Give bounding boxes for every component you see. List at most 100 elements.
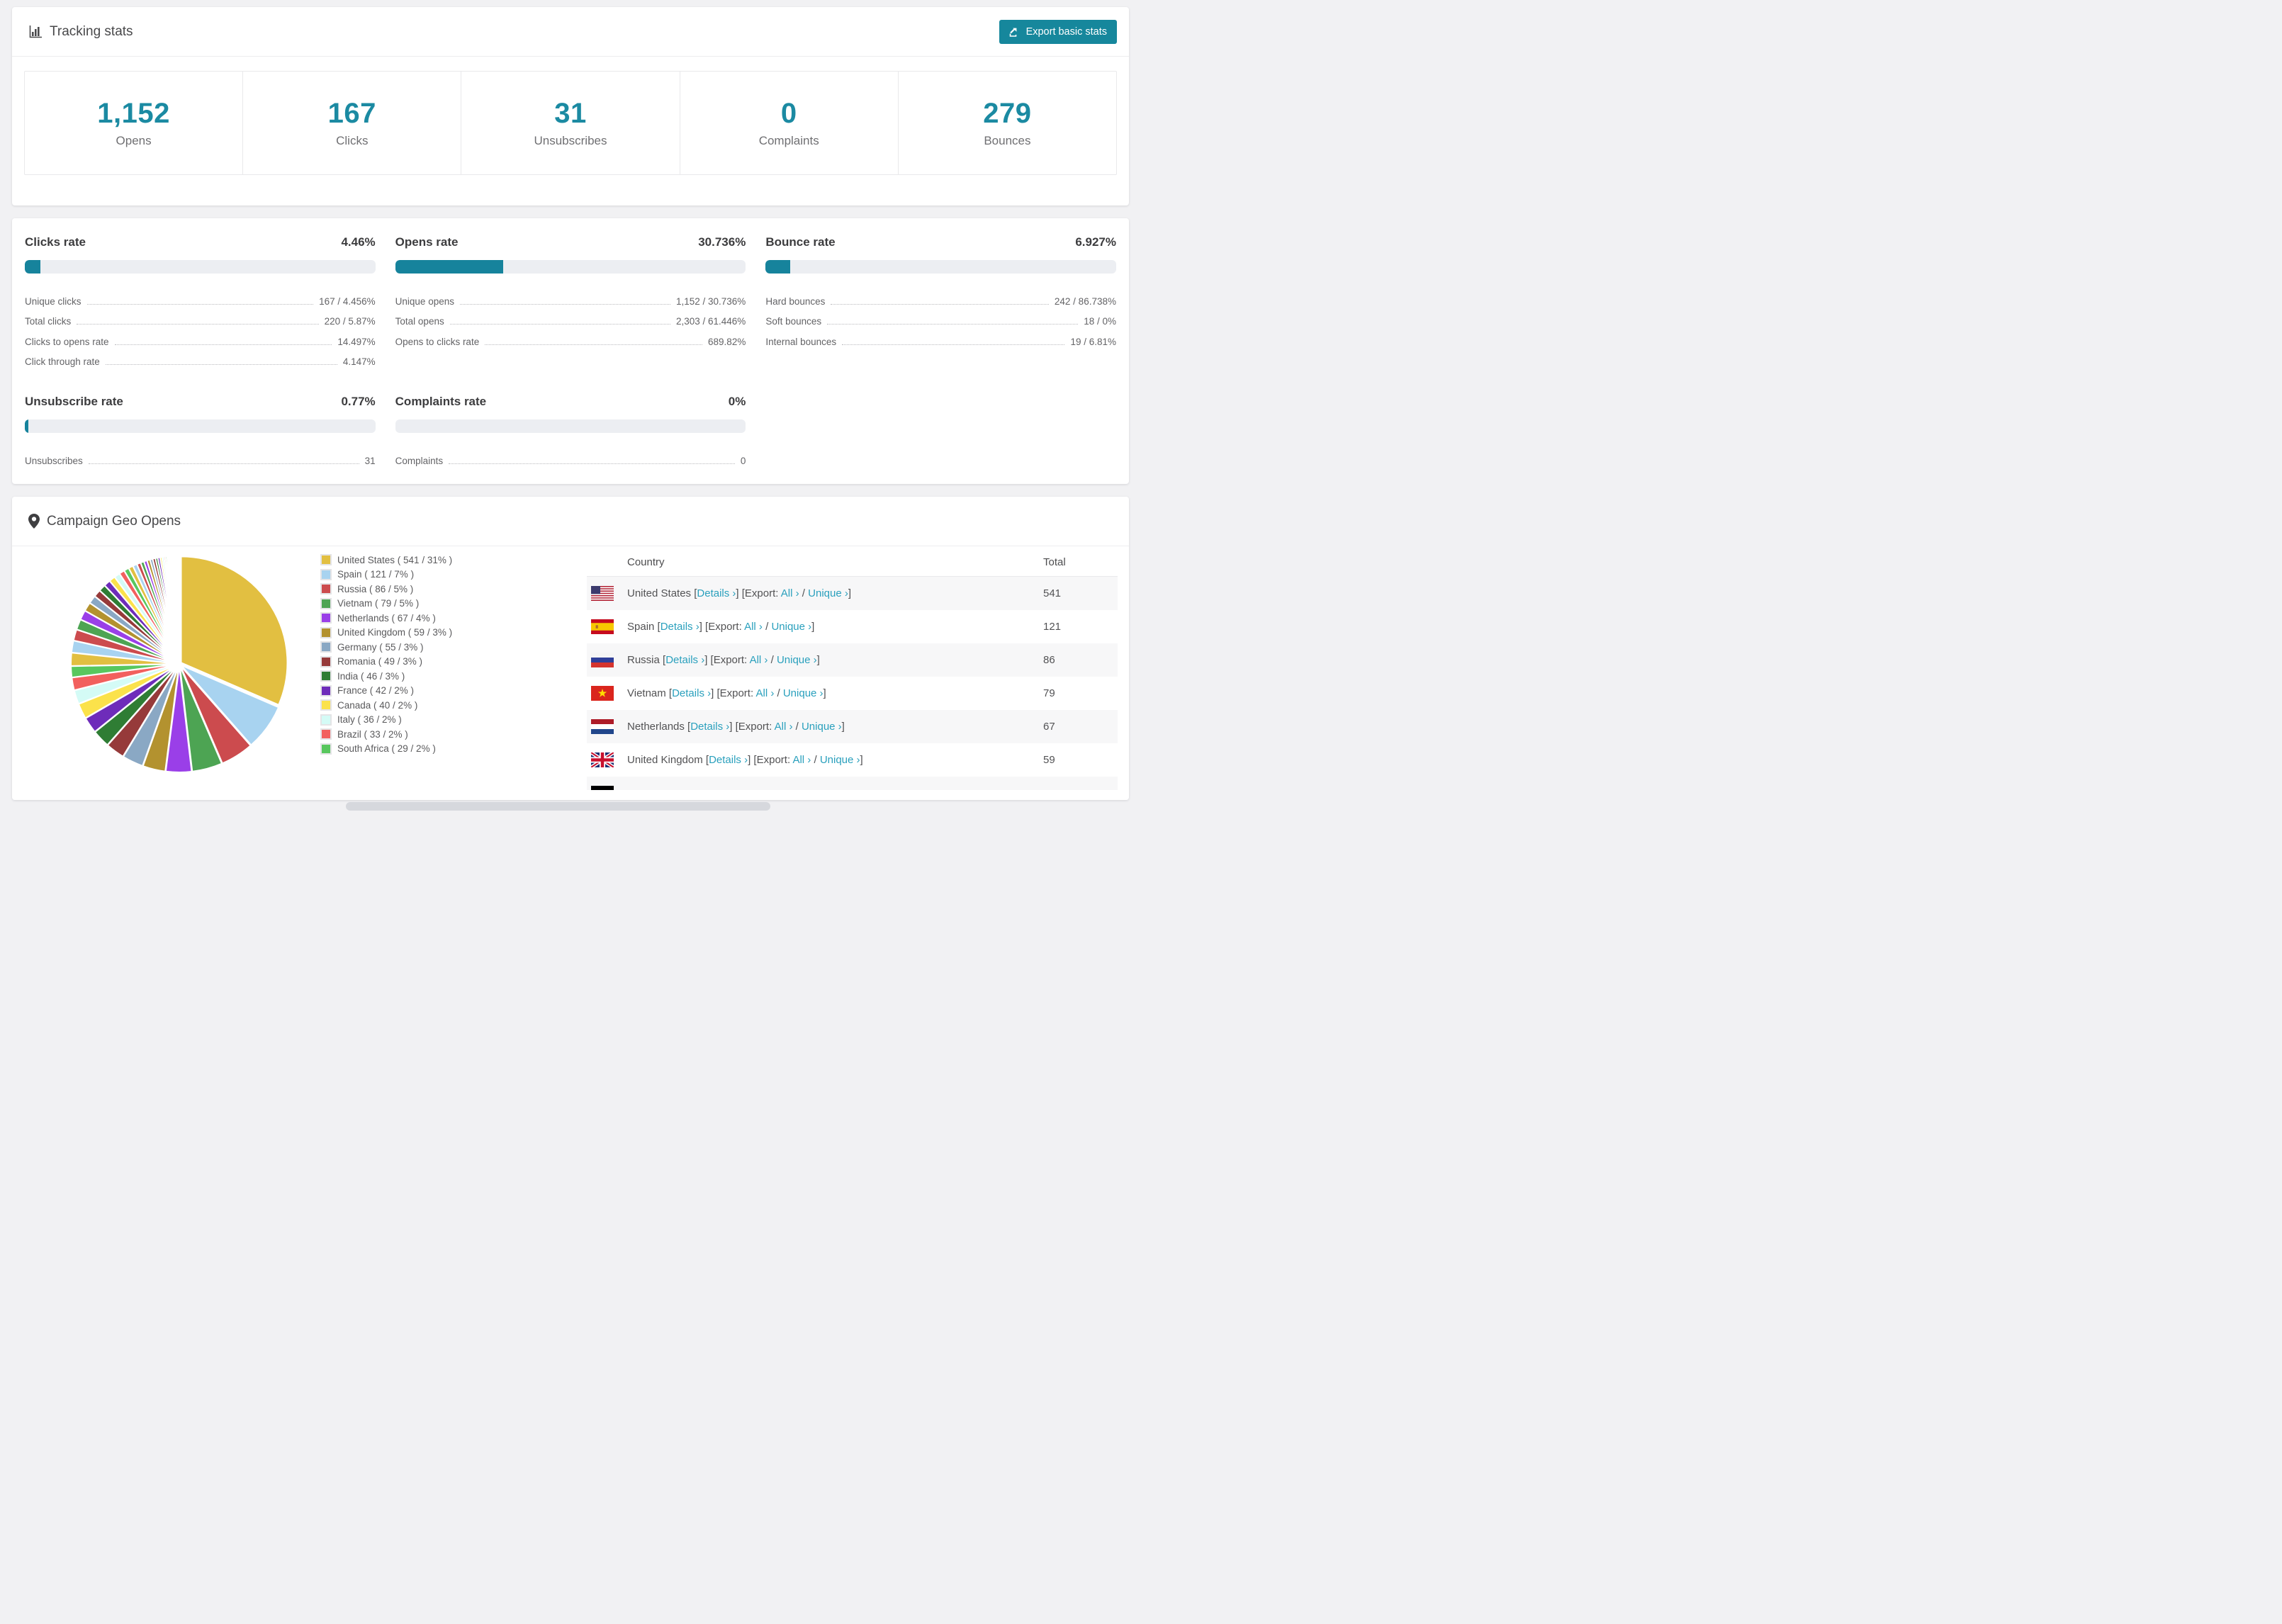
country-flag-icon (591, 686, 614, 701)
details-link[interactable]: Details › (690, 721, 729, 733)
rate-row-label: Unique clicks (25, 295, 82, 307)
export-all-link[interactable]: All › (792, 754, 811, 766)
dotted-leader (88, 463, 359, 464)
total-cell: 67 (1043, 721, 1055, 733)
export-all-link[interactable]: All › (750, 654, 768, 666)
legend-item[interactable]: United Kingdom ( 59 / 3% ) (320, 626, 452, 641)
rate-row-value: 220 / 5.87% (324, 316, 376, 327)
progress-bar (395, 419, 746, 433)
campaign-geo-opens-title: Campaign Geo Opens (28, 514, 181, 529)
table-row-spain: Spain [Details ›] [Export: All › / Uniqu… (587, 610, 1118, 643)
total-cell: 59 (1043, 754, 1055, 766)
column-header-total: Total (1043, 556, 1066, 568)
export-all-link[interactable]: All › (775, 721, 793, 733)
stat-label: Clicks (336, 134, 369, 147)
total-cell: 121 (1043, 621, 1062, 633)
tracking-stats-title: Tracking stats (28, 24, 133, 40)
rate-row-value: 31 (364, 455, 376, 466)
details-link[interactable]: Details › (709, 754, 748, 766)
map-pin-icon (28, 514, 40, 529)
details-link[interactable]: Details › (661, 621, 699, 633)
details-link[interactable]: Details › (672, 687, 711, 699)
rate-detail-row: Hard bounces 242 / 86.738% (765, 287, 1116, 308)
rate-block-opens-rate: Opens rate 30.736% Unique opens 1,152 / … (395, 235, 746, 368)
horizontal-scrollbar-thumb[interactable] (346, 802, 770, 811)
rate-row-value: 19 / 6.81% (1070, 336, 1116, 347)
legend-label: Netherlands ( 67 / 4% ) (337, 612, 436, 624)
legend-color-swatch (320, 728, 332, 740)
rate-block-unsubscribe-rate: Unsubscribe rate 0.77% Unsubscribes 31 (25, 395, 376, 467)
rate-row-label: Unsubscribes (25, 455, 83, 466)
geo-country-table: Country Total United States [Details ›] … (587, 548, 1118, 800)
progress-bar-fill (25, 260, 41, 274)
rate-detail-row: Complaints 0 (395, 446, 746, 467)
legend-item[interactable]: South Africa ( 29 / 2% ) (320, 742, 452, 757)
total-cell: 79 (1043, 687, 1055, 699)
export-all-link[interactable]: All › (755, 687, 774, 699)
rate-row-value: 18 / 0% (1084, 316, 1116, 327)
stat-value: 279 (983, 98, 1032, 129)
legend-item[interactable]: United States ( 541 / 31% ) (320, 553, 452, 568)
legend-item[interactable]: Romania ( 49 / 3% ) (320, 655, 452, 670)
legend-item[interactable]: Italy ( 36 / 2% ) (320, 713, 452, 728)
country-cell: United Kingdom [Details ›] [Export: All … (627, 754, 863, 766)
viewport-cutoff-overlay (12, 790, 1129, 800)
rate-title: Bounce rate (765, 235, 836, 249)
export-unique-link[interactable]: Unique › (802, 721, 842, 733)
legend-item[interactable]: Vietnam ( 79 / 5% ) (320, 597, 452, 611)
stat-label: Bounces (984, 134, 1031, 147)
export-unique-link[interactable]: Unique › (783, 687, 824, 699)
rate-row-value: 167 / 4.456% (319, 295, 376, 307)
rate-row-value: 14.497% (337, 336, 376, 347)
legend-item[interactable]: Germany ( 55 / 3% ) (320, 640, 452, 655)
legend-item[interactable]: India ( 46 / 3% ) (320, 669, 452, 684)
rate-row-label: Unique opens (395, 295, 454, 307)
rate-block-clicks-rate: Clicks rate 4.46% Unique clicks 167 / 4.… (25, 235, 376, 368)
legend-color-swatch (320, 714, 332, 726)
table-header-row: Country Total (587, 548, 1118, 577)
geo-opens-pie-chart[interactable] (66, 551, 293, 777)
table-row-russia: Russia [Details ›] [Export: All › / Uniq… (587, 643, 1118, 677)
export-all-link[interactable]: All › (781, 587, 799, 599)
stat-value: 1,152 (97, 98, 170, 129)
table-row-netherlands: Netherlands [Details ›] [Export: All › /… (587, 710, 1118, 743)
column-header-country: Country (627, 556, 665, 568)
legend-color-swatch (320, 612, 332, 624)
stat-cell-complaints: 0 Complaints (680, 72, 899, 174)
rate-title: Unsubscribe rate (25, 395, 123, 408)
dotted-leader (86, 303, 314, 305)
details-link[interactable]: Details › (697, 587, 736, 599)
details-link[interactable]: Details › (665, 654, 704, 666)
progress-bar-fill (395, 260, 503, 274)
table-row-vietnam: Vietnam [Details ›] [Export: All › / Uni… (587, 677, 1118, 710)
table-row-united-states: United States [Details ›] [Export: All ›… (587, 577, 1118, 610)
legend-item[interactable]: Netherlands ( 67 / 4% ) (320, 611, 452, 626)
rate-block-complaints-rate: Complaints rate 0% Complaints 0 (395, 395, 746, 467)
legend-color-swatch (320, 568, 332, 580)
country-flag-icon (590, 750, 615, 769)
export-all-link[interactable]: All › (744, 621, 763, 633)
legend-item[interactable]: Russia ( 86 / 5% ) (320, 582, 452, 597)
export-unique-link[interactable]: Unique › (820, 754, 860, 766)
page-title: Tracking stats (50, 23, 133, 39)
total-cell: 86 (1043, 654, 1055, 666)
progress-bar-fill (765, 260, 790, 274)
pie-legend: United States ( 541 / 31% ) Spain ( 121 … (320, 553, 452, 756)
legend-item[interactable]: Canada ( 40 / 2% ) (320, 698, 452, 713)
export-unique-link[interactable]: Unique › (771, 621, 811, 633)
section-title: Campaign Geo Opens (47, 513, 181, 529)
legend-label: Romania ( 49 / 3% ) (337, 656, 423, 667)
legend-label: Canada ( 40 / 2% ) (337, 699, 418, 711)
rate-row-label: Soft bounces (765, 316, 822, 327)
rate-row-label: Opens to clicks rate (395, 336, 480, 347)
legend-item[interactable]: Spain ( 121 / 7% ) (320, 568, 452, 582)
legend-item[interactable]: France ( 42 / 2% ) (320, 684, 452, 699)
legend-label: Russia ( 86 / 5% ) (337, 583, 414, 594)
progress-bar (25, 419, 376, 433)
dotted-leader (114, 344, 332, 345)
export-unique-link[interactable]: Unique › (808, 587, 848, 599)
rate-detail-row: Unique clicks 167 / 4.456% (25, 287, 376, 308)
export-basic-stats-button[interactable]: Export basic stats (999, 19, 1117, 44)
legend-item[interactable]: Brazil ( 33 / 2% ) (320, 727, 452, 742)
export-unique-link[interactable]: Unique › (777, 654, 817, 666)
